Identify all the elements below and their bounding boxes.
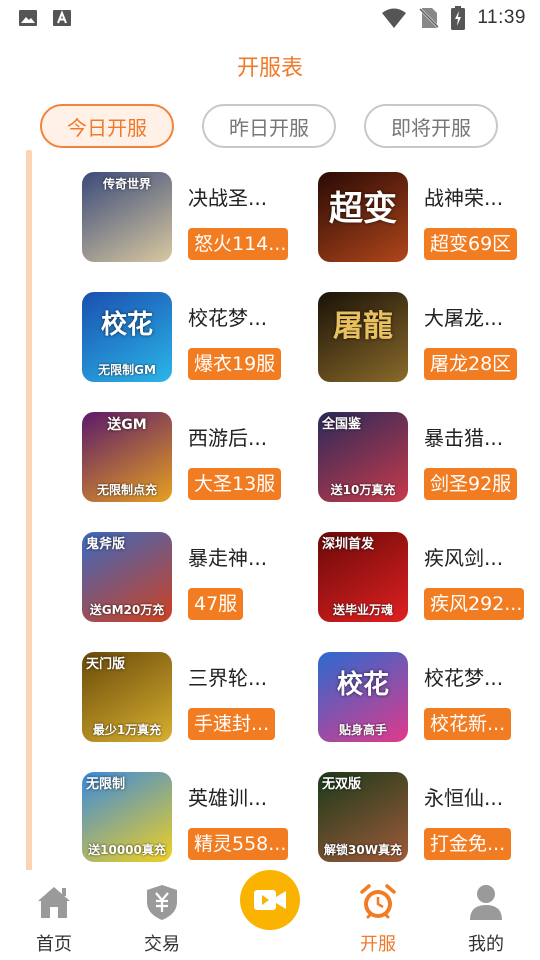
server-tag: 手速封... xyxy=(188,708,276,740)
game-name: 疾风剑... xyxy=(424,546,504,570)
server-tag: 大圣13服 xyxy=(188,468,282,500)
nav-label: 首页 xyxy=(36,934,72,955)
server-tag: 爆衣19服 xyxy=(188,348,282,380)
game-name: 校花梦... xyxy=(188,306,268,330)
game-thumbnail: 校花 贴身高手 xyxy=(318,652,408,742)
server-tag: 疾风292... xyxy=(424,588,524,620)
video-button[interactable] xyxy=(240,870,300,930)
nav-profile[interactable]: 我的 xyxy=(432,870,540,960)
game-name: 决战圣... xyxy=(188,186,268,210)
clock: 11:39 xyxy=(477,7,526,28)
thumbnail-text: 全国鉴 xyxy=(322,417,362,432)
thumbnail-text: 天门版 xyxy=(86,657,126,672)
game-name: 大屠龙... xyxy=(424,306,504,330)
game-name: 三界轮... xyxy=(188,666,268,690)
thumbnail-subtext: 贴身高手 xyxy=(338,723,387,737)
nav-label: 开服 xyxy=(360,934,396,955)
server-tag: 超变69区 xyxy=(424,228,518,260)
game-thumbnail: 超变 xyxy=(318,172,408,262)
game-card[interactable]: 校花 无限制GM 校花梦... 爆衣19服 xyxy=(82,292,292,382)
tab-upcoming[interactable]: 即将开服 xyxy=(364,104,498,148)
game-name: 永恒仙... xyxy=(424,786,504,810)
thumbnail-subtext: 送10000真充 xyxy=(88,843,166,857)
no-sim-icon xyxy=(419,8,440,28)
thumbnail-subtext: 送GM20万充 xyxy=(89,603,165,617)
thumbnail-subtext: 送10万真充 xyxy=(330,483,396,497)
status-bar: 11:39 xyxy=(0,0,540,36)
thumbnail-text: 超变 xyxy=(329,189,397,229)
thumbnail-subtext: 最少1万真充 xyxy=(92,723,162,737)
game-card[interactable]: 天门版 最少1万真充 三界轮... 手速封... xyxy=(82,652,292,742)
server-tag: 怒火114... xyxy=(188,228,288,260)
game-thumbnail: 送GM 无限制点充 xyxy=(82,412,172,502)
thumbnail-subtext: 送毕业万魂 xyxy=(332,603,393,617)
thumbnail-text: 深圳首发 xyxy=(322,537,375,552)
game-name: 暴走神... xyxy=(188,546,268,570)
thumbnail-text: 鬼斧版 xyxy=(86,537,126,552)
game-thumbnail: 传奇世界 xyxy=(82,172,172,262)
server-tag: 校花新... xyxy=(424,708,512,740)
tab-today[interactable]: 今日开服 xyxy=(40,104,174,148)
game-card[interactable]: 全国鉴 送10万真充 暴击猎... 剑圣92服 xyxy=(318,412,528,502)
video-icon xyxy=(254,890,286,910)
game-thumbnail: 无双版 解锁30W真充 xyxy=(318,772,408,862)
image-icon xyxy=(19,10,37,26)
game-card[interactable]: 鬼斧版 送GM20万充 暴走神... 47服 xyxy=(82,532,292,622)
timeline-bar xyxy=(26,150,32,878)
thumbnail-text: 校花 xyxy=(100,310,153,340)
server-tag: 屠龙28区 xyxy=(424,348,518,380)
game-thumbnail: 全国鉴 送10万真充 xyxy=(318,412,408,502)
page-title: 开服表 xyxy=(236,56,303,81)
game-card[interactable]: 校花 贴身高手 校花梦... 校花新... xyxy=(318,652,528,742)
nav-open-servers[interactable]: 开服 xyxy=(324,870,432,960)
home-icon xyxy=(38,887,70,918)
game-name: 校花梦... xyxy=(424,666,504,690)
game-card[interactable]: 无双版 解锁30W真充 永恒仙... 打金免... xyxy=(318,772,528,862)
nav-label: 交易 xyxy=(144,934,180,955)
thumbnail-subtext: 解锁30W真充 xyxy=(324,843,402,857)
alarm-clock-icon xyxy=(360,884,396,919)
server-tag: 精灵558... xyxy=(188,828,288,860)
game-name: 战神荣... xyxy=(424,186,504,210)
game-name: 暴击猎... xyxy=(424,426,504,450)
thumbnail-text: 无限制 xyxy=(86,777,126,792)
thumbnail-text: 传奇世界 xyxy=(102,177,151,191)
user-icon xyxy=(470,885,502,920)
game-card[interactable]: 无限制 送10000真充 英雄训... 精灵558... xyxy=(82,772,292,862)
nav-trade[interactable]: 交易 xyxy=(108,870,216,960)
game-name: 英雄训... xyxy=(188,786,268,810)
game-name: 西游后... xyxy=(188,426,268,450)
bottom-nav: 首页 交易 开服 我的 xyxy=(0,870,540,960)
tab-yesterday[interactable]: 昨日开服 xyxy=(202,104,336,148)
thumbnail-subtext: 无限制点充 xyxy=(96,483,157,497)
game-thumbnail: 鬼斧版 送GM20万充 xyxy=(82,532,172,622)
game-card[interactable]: 送GM 无限制点充 西游后... 大圣13服 xyxy=(82,412,292,502)
game-thumbnail: 深圳首发 送毕业万魂 xyxy=(318,532,408,622)
game-card[interactable]: 传奇世界 决战圣... 怒火114... xyxy=(82,172,292,262)
game-card[interactable]: 超变 战神荣... 超变69区 xyxy=(318,172,528,262)
server-tag: 剑圣92服 xyxy=(424,468,518,500)
server-tag: 打金免... xyxy=(424,828,512,860)
a-icon xyxy=(53,10,71,26)
thumbnail-subtext: 无限制GM xyxy=(98,363,156,377)
server-tag: 47服 xyxy=(188,588,244,620)
game-card[interactable]: 屠龍 大屠龙... 屠龙28区 xyxy=(318,292,528,382)
game-thumbnail: 天门版 最少1万真充 xyxy=(82,652,172,742)
thumbnail-text: 无双版 xyxy=(322,777,362,792)
server-tabs: 今日开服 昨日开服 即将开服 xyxy=(40,104,500,150)
game-thumbnail: 无限制 送10000真充 xyxy=(82,772,172,862)
game-thumbnail: 校花 无限制GM xyxy=(82,292,172,382)
nav-label: 我的 xyxy=(468,934,504,955)
shield-yen-icon xyxy=(147,885,177,920)
wifi-icon xyxy=(382,8,407,28)
game-thumbnail: 屠龍 xyxy=(318,292,408,382)
battery-charging-icon xyxy=(451,6,466,30)
thumbnail-text: 送GM xyxy=(107,417,147,433)
thumbnail-text: 校花 xyxy=(336,670,389,700)
thumbnail-text: 屠龍 xyxy=(333,309,393,344)
game-card[interactable]: 深圳首发 送毕业万魂 疾风剑... 疾风292... xyxy=(318,532,528,622)
nav-home[interactable]: 首页 xyxy=(0,870,108,960)
